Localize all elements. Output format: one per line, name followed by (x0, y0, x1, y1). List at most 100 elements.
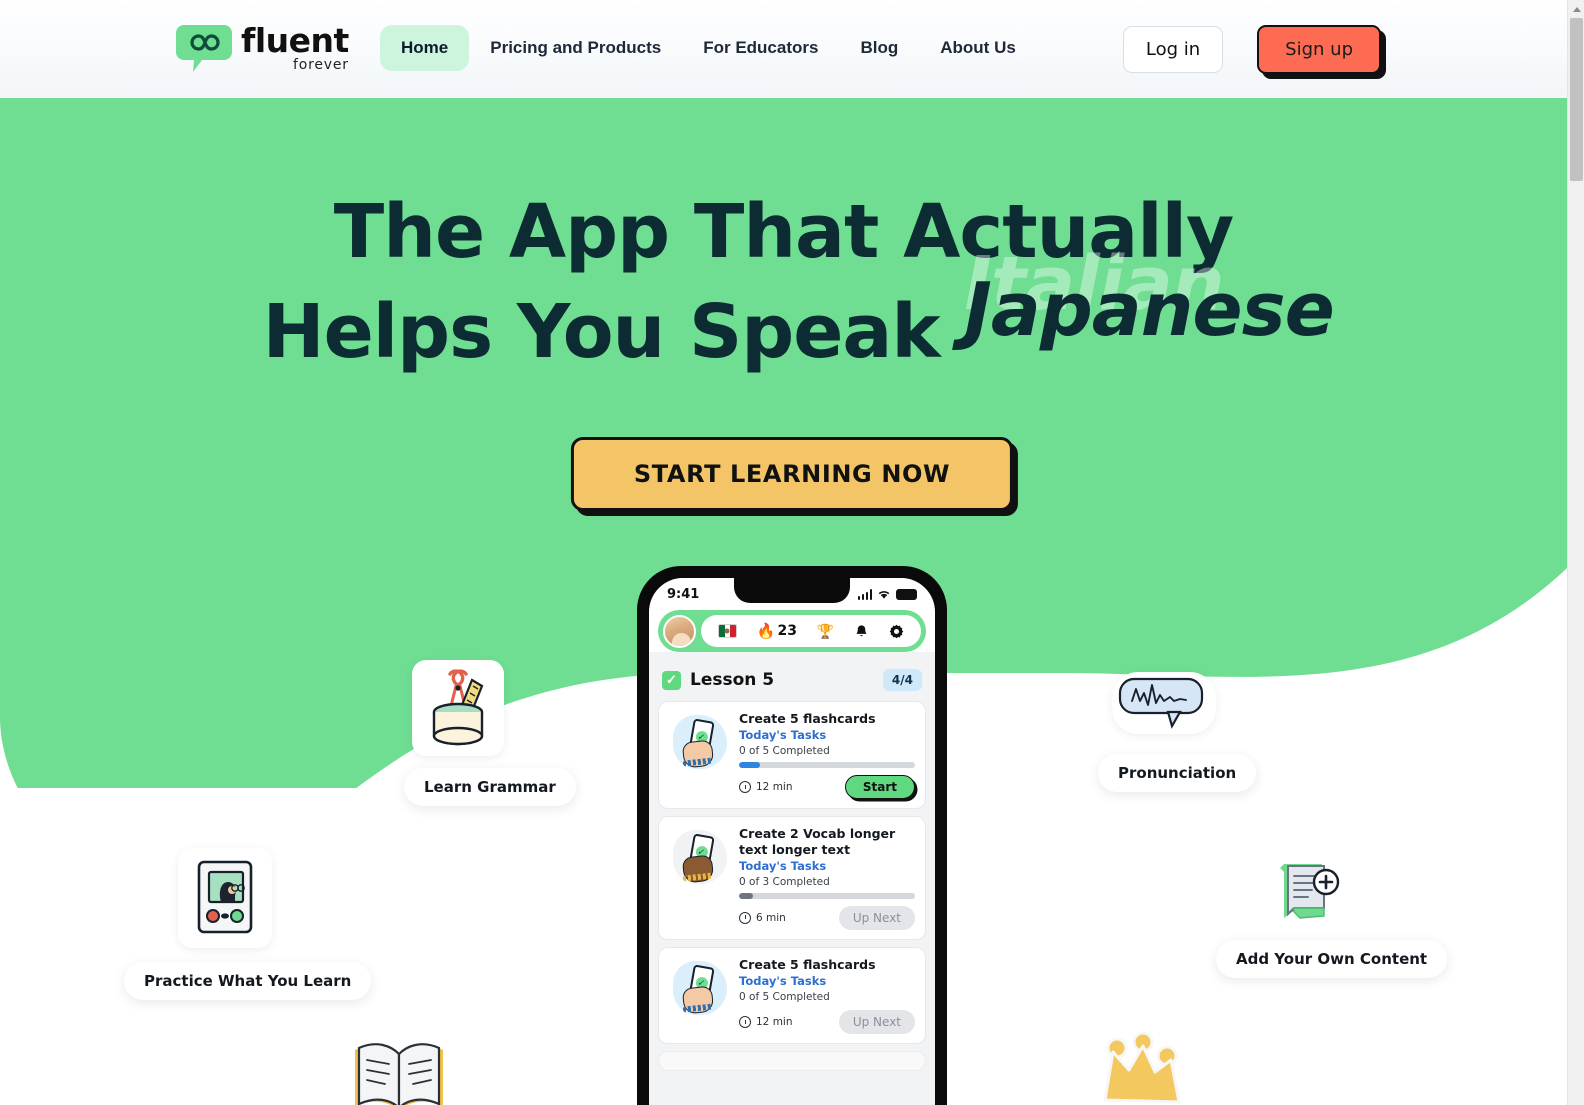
phone-top-section: 9:41 🔥 23 🏆 (649, 578, 935, 652)
task-progress-bar (739, 762, 915, 769)
clock-icon (739, 781, 751, 794)
task-duration: 12 min (739, 1016, 793, 1028)
app-bar-pill: 🔥 23 🏆 (701, 615, 921, 647)
task-duration-text: 12 min (756, 1016, 793, 1028)
lesson-progress-badge: 4/4 (882, 669, 922, 691)
sticker-label-pronunciation: Pronunciation (1098, 754, 1257, 792)
task-card[interactable]: ✓ Create 5 flashcards Today's Tasks 0 of… (658, 946, 926, 1044)
nav-item-about-us[interactable]: About Us (919, 25, 1037, 71)
sign-up-button[interactable]: Sign up (1257, 25, 1381, 74)
task-info: Create 2 Vocab longer text longer text T… (739, 826, 915, 930)
language-swap-stack: Italian Japanese (964, 241, 1334, 357)
log-in-button[interactable]: Log in (1122, 26, 1224, 73)
clock-icon (739, 911, 751, 924)
lesson-header-row: ✓ Lesson 5 4/4 (658, 660, 926, 701)
scrollbar-up-arrow-icon[interactable] (1568, 2, 1584, 16)
page-root: fluent forever Home Pricing and Products… (0, 0, 1584, 1105)
logo[interactable]: fluent forever (176, 22, 349, 74)
sticker-label-learn-grammar: Learn Grammar (404, 768, 576, 806)
task-progress-text: 0 of 3 Completed (739, 875, 830, 888)
lesson-check-icon: ✓ (662, 670, 681, 690)
sticker-crown[interactable] (1088, 1020, 1198, 1105)
logo-name: fluent (241, 21, 349, 60)
task-subtitle: Today's Tasks (739, 728, 827, 743)
headline-line-2-prefix: Helps You Speak (262, 289, 941, 375)
document-plus-icon (1260, 858, 1352, 930)
task-duration-text: 12 min (756, 781, 793, 794)
sticker-add-your-own-content[interactable]: Add Your Own Content (1216, 858, 1448, 978)
task-progress-text: 0 of 5 Completed (739, 991, 830, 1003)
task-duration: 12 min (739, 781, 793, 794)
task-progress-bar (739, 892, 915, 899)
handheld-game-icon (178, 848, 272, 948)
trophy-icon[interactable]: 🏆 (817, 624, 834, 638)
scrollbar-thumb[interactable] (1570, 18, 1583, 181)
start-learning-now-button[interactable]: START LEARNING NOW (570, 437, 1014, 511)
sticker-open-book[interactable] (344, 1034, 454, 1105)
open-book-icon (344, 1034, 454, 1105)
crown-icon (1088, 1020, 1198, 1105)
task-card[interactable]: ✓ Create 5 flashcards Today's Tasks 0 of… (658, 701, 926, 810)
mexico-flag-icon[interactable] (717, 624, 737, 638)
bell-icon[interactable] (854, 624, 869, 639)
nav-item-for-educators[interactable]: For Educators (682, 25, 839, 71)
language-current-label: Japanese (964, 267, 1334, 353)
flashcard-phone-illustration: ✓ (669, 957, 731, 1019)
phone-mockup: 9:41 🔥 23 🏆 ✓ Lesson 5 4/4 ✓ Create 5 fl… (637, 566, 947, 1105)
nav-item-home[interactable]: Home (380, 25, 470, 71)
flashcard-phone-illustration: ✓ (669, 711, 731, 773)
task-start-button[interactable]: Start (844, 775, 915, 800)
phone-body: ✓ Lesson 5 4/4 ✓ Create 5 flashcards Tod… (649, 660, 935, 1071)
phone-screen: 9:41 🔥 23 🏆 ✓ Lesson 5 4/4 ✓ Create 5 fl… (649, 578, 935, 1105)
task-card[interactable]: ✓ Create 2 Vocab longer text longer text… (658, 816, 926, 940)
task-title: Create 5 flashcards (739, 956, 876, 972)
flashcard-phone-illustration: ✓ (669, 826, 731, 888)
task-card[interactable] (658, 1051, 926, 1071)
task-info: Create 5 flashcards Today's Tasks 0 of 5… (739, 711, 915, 800)
sticker-label-practice-what-you-learn: Practice What You Learn (124, 962, 372, 1000)
nav-item-pricing-and-products[interactable]: Pricing and Products (469, 25, 682, 71)
sticker-learn-grammar[interactable]: Learn Grammar (404, 660, 576, 806)
avatar[interactable] (663, 614, 696, 648)
task-footer: 12 min Start (739, 775, 915, 800)
task-up-next-button[interactable]: Up Next (838, 905, 915, 930)
sticker-label-add-your-own-content: Add Your Own Content (1216, 940, 1448, 978)
task-footer: 6 min Up Next (739, 905, 915, 930)
task-subtitle: Today's Tasks (739, 974, 827, 988)
speech-bubble-waveform-icon (1112, 672, 1216, 734)
task-duration: 6 min (739, 911, 786, 924)
site-header: fluent forever Home Pricing and Products… (0, 0, 1567, 98)
hero-headline: The App That Actually Helps You Speak It… (0, 182, 1567, 382)
main-navigation: Home Pricing and Products For Educators … (380, 25, 1037, 71)
sticker-pronunciation[interactable]: Pronunciation (1098, 672, 1257, 792)
task-title: Create 5 flashcards (739, 711, 876, 726)
phone-notch (734, 578, 850, 603)
cellular-signal-icon (857, 589, 872, 600)
task-duration-text: 6 min (756, 911, 786, 924)
pencil-cup-icon (412, 660, 504, 756)
app-top-bar: 🔥 23 🏆 (658, 610, 926, 652)
clock-icon (739, 1016, 751, 1028)
task-footer: 12 min Up Next (739, 1010, 915, 1034)
logo-subtitle: forever (293, 57, 349, 73)
streak-count: 23 (777, 623, 797, 639)
lesson-title: Lesson 5 (690, 670, 775, 690)
streak-counter[interactable]: 🔥 23 (757, 623, 797, 639)
wifi-icon (878, 591, 890, 599)
task-up-next-button[interactable]: Up Next (838, 1010, 915, 1034)
task-info: Create 5 flashcards Today's Tasks 0 of 5… (739, 957, 915, 1034)
scrollbar[interactable] (1567, 0, 1584, 1105)
fluent-forever-logo-icon (176, 22, 232, 74)
gear-icon[interactable] (889, 624, 904, 639)
status-time: 9:41 (667, 587, 700, 602)
logo-text: fluent forever (241, 24, 349, 72)
status-icons (857, 589, 917, 600)
headline-line-2: Helps You Speak Italian Japanese (0, 241, 1567, 382)
fire-icon: 🔥 (756, 622, 776, 640)
task-subtitle: Today's Tasks (739, 858, 827, 873)
nav-item-blog[interactable]: Blog (839, 25, 919, 71)
auth-actions: Log in Sign up (1122, 25, 1381, 74)
sticker-practice-what-you-learn[interactable]: Practice What You Learn (124, 848, 372, 1000)
battery-icon (896, 589, 917, 600)
lesson-header-left: ✓ Lesson 5 (662, 670, 774, 690)
